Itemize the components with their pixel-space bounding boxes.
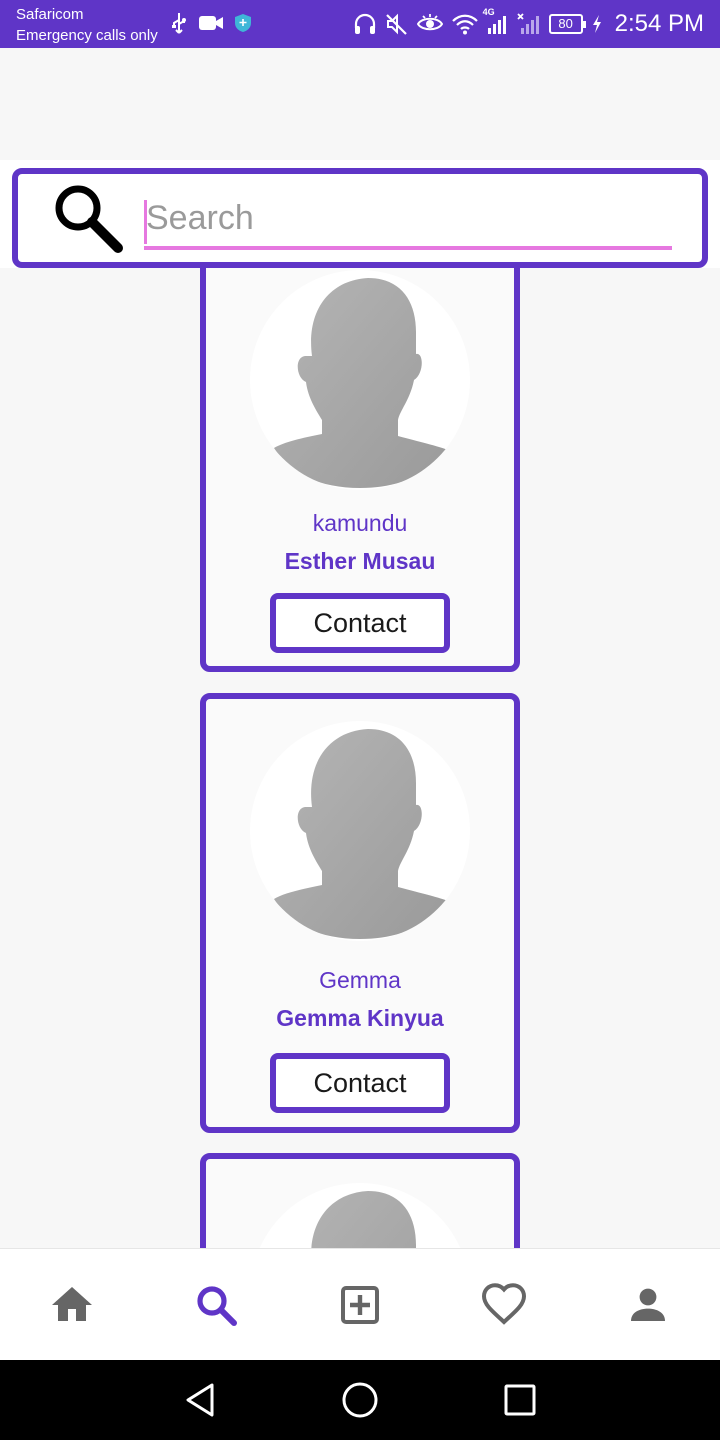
person-silhouette-icon bbox=[311, 1191, 416, 1248]
network-type: 4G bbox=[482, 7, 495, 17]
recents-button[interactable] bbox=[498, 1378, 542, 1422]
profile-name: Gemma Kinyua bbox=[276, 1005, 444, 1031]
carrier-name: Safaricom bbox=[16, 6, 84, 23]
home-circle-icon bbox=[342, 1382, 378, 1418]
eye-icon bbox=[416, 14, 443, 31]
text-cursor bbox=[144, 200, 147, 244]
system-navigation-bar bbox=[0, 1360, 720, 1440]
person-silhouette-icon bbox=[274, 729, 448, 939]
search-icon bbox=[197, 1286, 237, 1326]
video-icon bbox=[199, 16, 223, 30]
status-right: 4G 80 2:54 PM bbox=[353, 7, 704, 40]
profile-username: kamundu bbox=[312, 510, 408, 536]
clock: 2:54 PM bbox=[614, 10, 704, 37]
search-box bbox=[12, 168, 708, 268]
contact-button[interactable]: Contact bbox=[270, 1053, 450, 1113]
header-spacer bbox=[0, 48, 720, 160]
nav-favorites[interactable] bbox=[432, 1249, 576, 1361]
avatar bbox=[250, 1183, 470, 1248]
add-box-icon bbox=[341, 1286, 379, 1324]
profile-card: Gemma Gemma Kinyua Contact bbox=[200, 693, 520, 1133]
profile-card bbox=[200, 1153, 520, 1248]
search-icon bbox=[55, 185, 123, 253]
profile-card: kamundu Esther Musau Contact bbox=[200, 200, 520, 672]
shield-icon bbox=[235, 14, 251, 32]
emergency-text: Emergency calls only bbox=[16, 27, 158, 44]
person-silhouette-icon bbox=[274, 278, 448, 488]
search-field[interactable] bbox=[144, 190, 672, 250]
carrier-info: Safaricom Emergency calls only bbox=[16, 4, 158, 46]
search-bar bbox=[0, 160, 720, 268]
avatar bbox=[250, 721, 470, 941]
nav-add[interactable] bbox=[288, 1249, 432, 1361]
bottom-navigation bbox=[0, 1248, 720, 1360]
profile-name: Esther Musau bbox=[284, 548, 436, 574]
search-input[interactable] bbox=[144, 190, 672, 246]
no-signal-icon bbox=[516, 13, 539, 34]
contact-button[interactable]: Contact bbox=[270, 593, 450, 653]
profile-list[interactable]: kamundu Esther Musau Contact Gemma Gemma… bbox=[0, 160, 720, 1248]
mute-icon bbox=[385, 13, 407, 35]
home-button[interactable] bbox=[338, 1378, 382, 1422]
person-icon bbox=[631, 1288, 665, 1321]
charging-icon bbox=[592, 15, 601, 33]
avatar bbox=[250, 270, 470, 490]
status-bar: Safaricom Emergency calls only 4G 80 2:5… bbox=[0, 0, 720, 48]
battery-level: 80 bbox=[558, 16, 573, 31]
nav-profile[interactable] bbox=[576, 1249, 720, 1361]
headphones-icon bbox=[354, 13, 375, 34]
status-left-icons bbox=[170, 12, 252, 34]
nav-search[interactable] bbox=[144, 1249, 288, 1361]
back-icon bbox=[186, 1383, 214, 1417]
recents-icon bbox=[504, 1384, 536, 1416]
profile-username: Gemma bbox=[319, 967, 401, 993]
usb-icon bbox=[172, 13, 186, 34]
wifi-icon bbox=[451, 14, 478, 35]
battery-icon: 80 bbox=[548, 14, 586, 34]
home-icon bbox=[52, 1287, 92, 1321]
back-button[interactable] bbox=[178, 1378, 222, 1422]
heart-icon bbox=[481, 1283, 527, 1325]
nav-home[interactable] bbox=[0, 1249, 144, 1361]
